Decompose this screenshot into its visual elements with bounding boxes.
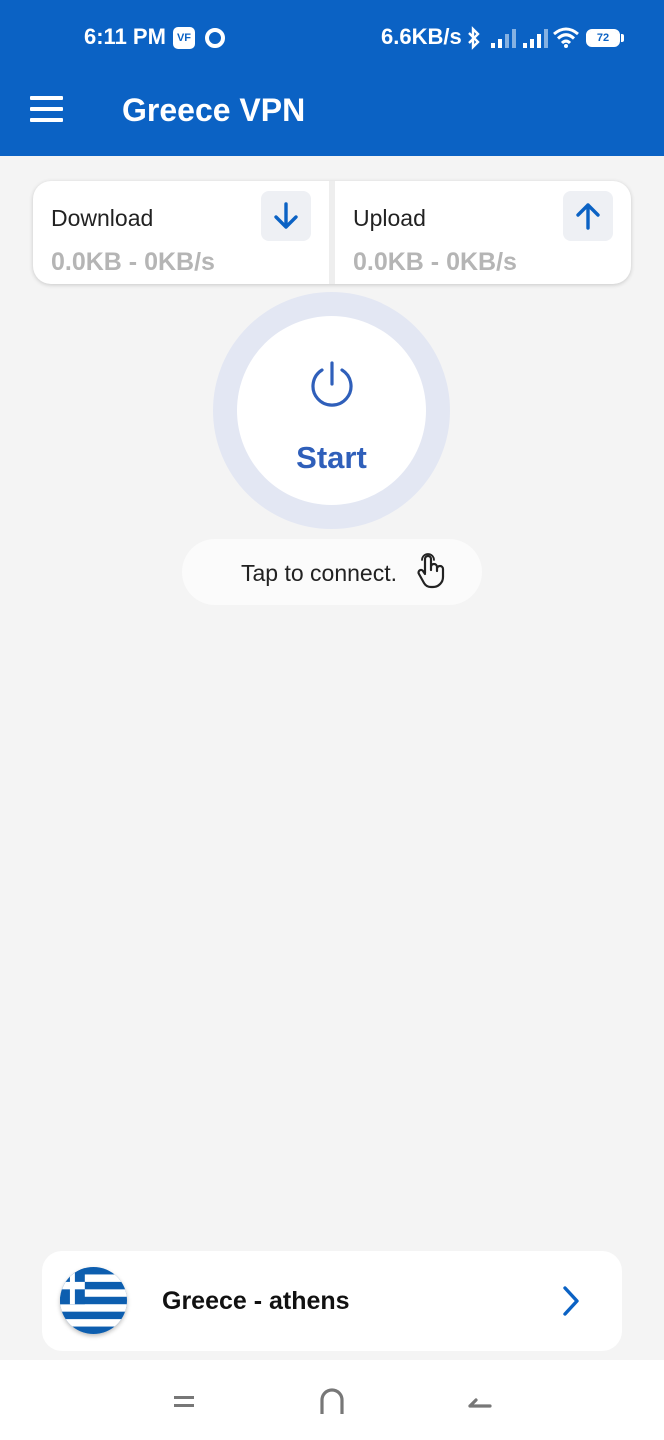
vpn-badge-icon: VF: [173, 27, 195, 49]
download-value: 0.0KB - 0KB/s: [51, 248, 215, 276]
recents-icon[interactable]: [164, 1382, 204, 1422]
upload-value: 0.0KB - 0KB/s: [353, 248, 517, 276]
download-stat: Download 0.0KB - 0KB/s: [33, 181, 329, 284]
start-button[interactable]: Start: [237, 316, 426, 505]
power-icon: [311, 361, 353, 407]
back-icon[interactable]: [460, 1382, 500, 1422]
chevron-right-icon: [563, 1286, 579, 1316]
signal-2-icon: [523, 29, 548, 48]
status-time: 6:11 PM: [84, 24, 166, 49]
signal-1-icon: [491, 29, 516, 48]
connect-button-ring: Start: [213, 292, 450, 529]
server-name: Greece - athens: [162, 1287, 350, 1315]
network-speed: 6.6KB/s: [381, 24, 462, 49]
battery-icon: 72: [586, 29, 620, 47]
app-title: Greece VPN: [122, 92, 306, 128]
app-bar: Greece VPN: [0, 76, 664, 156]
battery-level: 72: [588, 31, 618, 45]
battery-tip: [621, 34, 624, 42]
bluetooth-icon: [468, 26, 480, 50]
server-selector[interactable]: Greece - athens: [42, 1251, 622, 1351]
connect-hint: Tap to connect.: [182, 539, 482, 605]
arrow-down-icon: [261, 191, 311, 241]
system-nav-bar: [0, 1360, 664, 1440]
ring-icon: [205, 28, 225, 48]
home-icon[interactable]: [312, 1382, 352, 1422]
download-label: Download: [51, 205, 154, 231]
upload-stat: Upload 0.0KB - 0KB/s: [335, 181, 631, 284]
arrow-up-icon: [563, 191, 613, 241]
tap-hand-icon: [417, 553, 445, 589]
start-label: Start: [296, 440, 367, 475]
status-bar: 6:11 PM VF 6.6KB/s 72: [0, 0, 664, 76]
hamburger-menu-icon[interactable]: [30, 96, 66, 124]
traffic-stats-card: Download 0.0KB - 0KB/s Upload 0.0KB - 0K…: [33, 181, 631, 284]
wifi-icon: [553, 27, 579, 48]
upload-label: Upload: [353, 205, 426, 231]
greece-flag-icon: [60, 1267, 127, 1334]
connect-hint-text: Tap to connect.: [241, 560, 397, 586]
